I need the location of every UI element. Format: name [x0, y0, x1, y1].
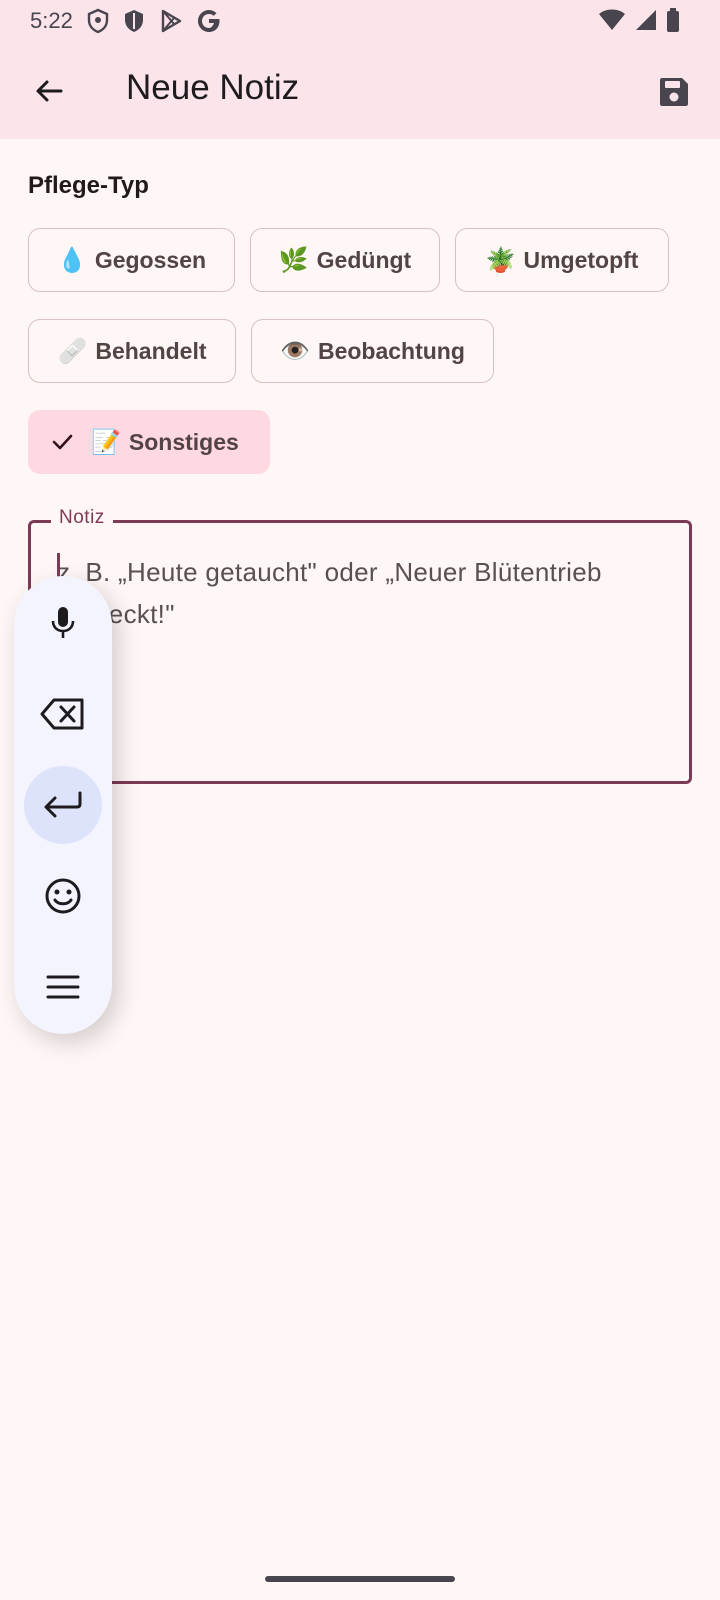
- chip-sonstiges[interactable]: 📝 Sonstiges: [28, 410, 270, 474]
- wifi-icon: [599, 9, 625, 30]
- vpn-shield-icon: [87, 8, 109, 34]
- eye-icon: 👁️: [280, 337, 310, 365]
- chip-label: Gegossen: [94, 246, 207, 273]
- backspace-button[interactable]: [24, 675, 102, 753]
- chip-umgetopft[interactable]: 🪴 Umgetopft: [455, 228, 669, 292]
- chip-geduengt[interactable]: 🌿 Gedüngt: [250, 228, 440, 292]
- chip-gegossen[interactable]: 💧 Gegossen: [28, 228, 235, 292]
- emoji-icon: [45, 878, 81, 914]
- battery-icon: [667, 8, 679, 32]
- emoji-button[interactable]: [24, 857, 102, 935]
- chip-label: Behandelt: [95, 337, 207, 364]
- memo-icon: 📝: [91, 428, 121, 456]
- chip-label: Umgetopft: [523, 246, 639, 273]
- potted-plant-icon: 🪴: [485, 246, 516, 274]
- note-field-label: Notiz: [51, 507, 113, 529]
- menu-icon: [46, 975, 80, 999]
- chip-label: Gedüngt: [316, 246, 412, 273]
- note-placeholder: z. B. „Heute getaucht" oder „Neuer Blüte…: [57, 557, 602, 629]
- google-icon: [198, 10, 220, 32]
- enter-button[interactable]: [24, 766, 102, 844]
- care-type-label: Pflege-Typ: [28, 172, 149, 199]
- status-bar: 5:22: [0, 0, 720, 42]
- home-indicator[interactable]: [265, 1576, 455, 1582]
- checkmark-icon: [51, 431, 73, 453]
- status-time: 5:22: [30, 8, 73, 33]
- save-icon: [660, 78, 688, 106]
- chip-beobachtung[interactable]: 👁️ Beobachtung: [251, 319, 494, 383]
- chip-label: Sonstiges: [128, 428, 239, 455]
- bandage-icon: 🩹: [57, 337, 88, 365]
- note-field[interactable]: Notiz z. B. „Heute getaucht" oder „Neuer…: [28, 507, 692, 784]
- back-button[interactable]: [22, 64, 76, 118]
- play-store-icon: [161, 9, 182, 33]
- leaf-icon: 🌿: [278, 246, 309, 274]
- enter-icon: [44, 791, 82, 818]
- mic-button[interactable]: [24, 584, 102, 662]
- chip-label: Beobachtung: [317, 337, 465, 364]
- mic-icon: [51, 607, 75, 638]
- arrow-back-icon: [36, 80, 63, 102]
- save-button[interactable]: [646, 64, 702, 120]
- floating-keyboard-toolbar: [14, 576, 112, 1034]
- signal-icon: [636, 10, 656, 30]
- menu-button[interactable]: [24, 948, 102, 1026]
- water-drop-icon: 💧: [56, 246, 87, 274]
- page-title: Neue Notiz: [126, 68, 300, 107]
- backspace-icon: [40, 698, 84, 730]
- shield-icon: [125, 10, 143, 32]
- chip-behandelt[interactable]: 🩹 Behandelt: [28, 319, 236, 383]
- app-bar: Neue Notiz: [0, 42, 720, 139]
